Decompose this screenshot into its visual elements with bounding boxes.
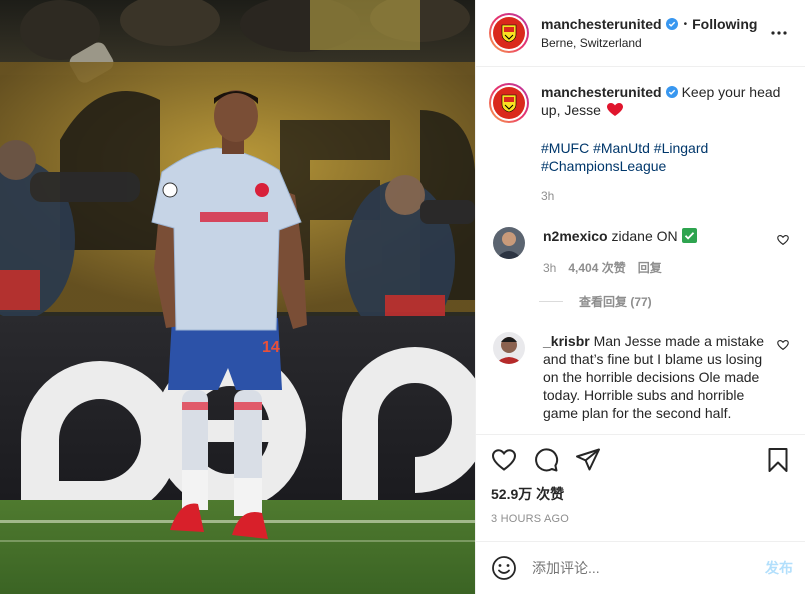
following-button[interactable]: Following xyxy=(692,16,757,32)
verified-badge-icon xyxy=(665,18,678,30)
comment-item: _krisbr Man Jesse made a mistake and tha… xyxy=(489,332,791,422)
caption-username[interactable]: manchesterunited xyxy=(541,84,662,100)
replies-divider xyxy=(539,301,563,302)
post-caption: manchesterunited Keep your head up, Jesse… xyxy=(489,83,791,205)
view-replies-label[interactable]: 查看回复 (77) xyxy=(579,293,652,310)
red-heart-emoji-icon xyxy=(606,103,623,121)
comment-bubble-icon[interactable] xyxy=(533,447,559,473)
comment-input[interactable] xyxy=(532,560,765,576)
comment-text: zidane ON xyxy=(611,228,678,244)
post-comment-button[interactable]: 发布 xyxy=(765,558,793,578)
commenter-avatar[interactable] xyxy=(493,227,525,259)
comment-username[interactable]: n2mexico xyxy=(543,228,608,244)
commenter-avatar[interactable] xyxy=(493,332,525,364)
manchester-united-crest-icon xyxy=(493,87,525,119)
like-comment-heart-icon[interactable] xyxy=(777,338,789,351)
post-like-count[interactable]: 52.9万 次赞 xyxy=(491,484,791,504)
match-photo-image: 14 xyxy=(0,0,475,594)
like-heart-icon[interactable] xyxy=(491,447,517,473)
comments-list[interactable]: manchesterunited Keep your head up, Jesse… xyxy=(476,67,805,434)
author-username[interactable]: manchesterunited xyxy=(541,16,662,32)
more-options-icon[interactable] xyxy=(767,21,791,45)
share-paper-plane-icon[interactable] xyxy=(575,447,601,473)
author-avatar[interactable] xyxy=(489,13,529,53)
post-photo[interactable]: 14 xyxy=(0,0,475,594)
caption-author-avatar[interactable] xyxy=(489,83,529,123)
post-header: manchesterunited • Following Berne, Swit… xyxy=(476,0,805,67)
separator-dot: • xyxy=(683,18,688,30)
emoji-picker-icon[interactable] xyxy=(491,555,517,581)
like-comment-heart-icon[interactable] xyxy=(777,233,789,246)
comment-item: n2mexico zidane ON 3h 4,404 次赞 回复 xyxy=(489,227,791,277)
comment-like-count[interactable]: 4,404 次赞 xyxy=(568,259,625,277)
post-details-pane: manchesterunited • Following Berne, Swit… xyxy=(475,0,805,594)
manchester-united-crest-icon xyxy=(493,17,525,49)
verified-badge-icon xyxy=(665,86,678,98)
caption-time[interactable]: 3h xyxy=(541,187,791,205)
check-mark-emoji-icon xyxy=(681,228,697,243)
post-modal: 14 manchesterunited • Following Berne, S… xyxy=(0,0,805,594)
view-replies-button[interactable]: 查看回复 (77) xyxy=(539,293,791,310)
comment-username[interactable]: _krisbr xyxy=(543,333,590,349)
save-bookmark-icon[interactable] xyxy=(765,447,791,473)
comment-time[interactable]: 3h xyxy=(543,259,556,277)
post-location[interactable]: Berne, Switzerland xyxy=(541,36,767,50)
post-timestamp[interactable]: 3 HOURS AGO xyxy=(491,513,791,525)
reply-button[interactable]: 回复 xyxy=(638,259,662,277)
caption-hashtags[interactable]: #MUFC #ManUtd #Lingard #ChampionsLeague xyxy=(541,139,791,175)
add-comment-bar: 发布 xyxy=(476,541,805,594)
svg-text:14: 14 xyxy=(262,339,280,356)
